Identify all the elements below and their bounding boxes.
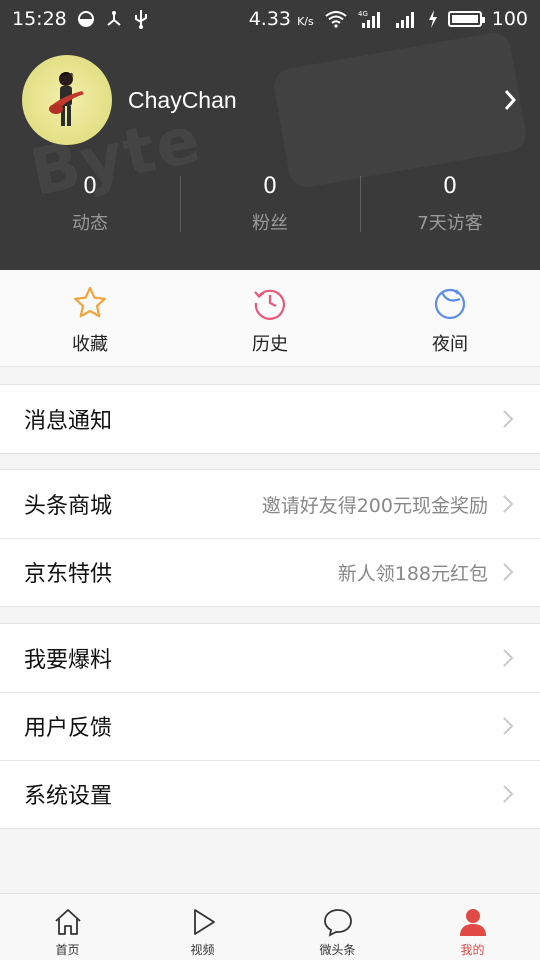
status-time: 15:28 bbox=[12, 8, 67, 30]
menu-item-label: 消息通知 bbox=[24, 409, 113, 434]
quick-label: 历史 bbox=[252, 334, 288, 355]
chat-bubble-icon bbox=[323, 909, 352, 937]
chevron-right-icon bbox=[503, 717, 514, 735]
chevron-right-icon bbox=[503, 410, 514, 428]
quick-favorites-button[interactable]: 收藏 bbox=[0, 270, 180, 366]
star-icon bbox=[74, 286, 106, 318]
chevron-right-icon bbox=[503, 649, 514, 667]
menu-item-settings[interactable]: 系统设置 bbox=[0, 760, 540, 828]
avatar-guitarist-image bbox=[49, 72, 84, 126]
play-icon bbox=[193, 909, 215, 935]
stat-value: 0 bbox=[263, 174, 277, 199]
tab-video[interactable]: 视频 bbox=[135, 894, 270, 960]
stat-value: 0 bbox=[83, 174, 97, 199]
menu-item-feedback[interactable]: 用户反馈 bbox=[0, 692, 540, 760]
data-saver-icon bbox=[77, 11, 94, 27]
menu-group-misc: 我要爆料 用户反馈 系统设置 bbox=[0, 623, 540, 829]
wifi-icon bbox=[325, 11, 347, 28]
stat-label: 动态 bbox=[72, 213, 108, 234]
stat-label: 粉丝 bbox=[252, 213, 288, 234]
quick-label: 收藏 bbox=[72, 334, 108, 355]
tab-home[interactable]: 首页 bbox=[0, 894, 135, 960]
menu-item-label: 用户反馈 bbox=[24, 716, 113, 741]
tab-label: 微头条 bbox=[319, 943, 356, 957]
tab-mine[interactable]: 我的 bbox=[405, 894, 540, 960]
menu-item-promo: 邀请好友得200元现金奖励 bbox=[261, 494, 488, 517]
quick-label: 夜间 bbox=[432, 334, 468, 355]
profile-header: 15:28 4.33 K/s 4G 100 ChayChan Byte 0 动态… bbox=[0, 0, 540, 270]
menu-item-report[interactable]: 我要爆料 bbox=[0, 624, 540, 692]
chevron-right-icon bbox=[503, 495, 514, 513]
battery-fill bbox=[451, 15, 478, 23]
menu-group-shopping: 头条商城 邀请好友得200元现金奖励 京东特供 新人领188元红包 bbox=[0, 469, 540, 607]
signal-icon bbox=[395, 12, 414, 28]
stat-value: 0 bbox=[443, 174, 457, 199]
share-network-icon bbox=[107, 11, 121, 26]
menu-item-mall[interactable]: 头条商城 邀请好友得200元现金奖励 bbox=[0, 470, 540, 538]
menu-item-jd[interactable]: 京东特供 新人领188元红包 bbox=[0, 538, 540, 606]
quick-night-mode-button[interactable]: 夜间 bbox=[360, 270, 540, 366]
tab-micro-headlines[interactable]: 微头条 bbox=[270, 894, 405, 960]
quick-actions: 收藏 历史 夜间 bbox=[0, 270, 540, 367]
battery-icon bbox=[447, 11, 485, 27]
charging-icon bbox=[428, 10, 437, 28]
menu-item-label: 我要爆料 bbox=[24, 648, 113, 673]
tab-label: 首页 bbox=[55, 943, 80, 957]
svg-text:4G: 4G bbox=[358, 10, 368, 18]
quick-history-button[interactable]: 历史 bbox=[180, 270, 360, 366]
history-clock-icon bbox=[254, 289, 285, 320]
tab-label: 视频 bbox=[190, 943, 215, 957]
status-bar: 15:28 4.33 K/s 4G 100 bbox=[0, 0, 540, 38]
bottom-tab-bar: 首页 视频 微头条 我的 bbox=[0, 893, 540, 960]
stat-fans[interactable]: 0 粉丝 bbox=[180, 170, 360, 240]
moon-icon bbox=[434, 288, 466, 320]
profile-chevron-right-icon[interactable] bbox=[498, 88, 522, 112]
stat-posts[interactable]: 0 动态 bbox=[0, 170, 180, 240]
user-icon bbox=[459, 909, 486, 936]
chevron-right-icon bbox=[503, 563, 514, 581]
menu-item-label: 京东特供 bbox=[24, 562, 113, 587]
stats-row: 0 动态 0 粉丝 0 7天访客 bbox=[0, 170, 540, 240]
menu-item-notifications[interactable]: 消息通知 bbox=[0, 385, 540, 453]
stat-label: 7天访客 bbox=[417, 213, 483, 234]
home-icon bbox=[54, 909, 81, 935]
battery-percent: 100 bbox=[491, 8, 528, 30]
menu-item-label: 系统设置 bbox=[24, 784, 113, 809]
signal-4g-icon: 4G bbox=[358, 10, 380, 28]
tab-label: 我的 bbox=[460, 943, 485, 957]
menu-item-promo: 新人领188元红包 bbox=[337, 562, 488, 585]
menu-group-notifications: 消息通知 bbox=[0, 384, 540, 454]
menu-item-label: 头条商城 bbox=[24, 494, 113, 519]
usb-icon bbox=[134, 10, 147, 29]
chevron-right-icon bbox=[503, 785, 514, 803]
stat-visitors[interactable]: 0 7天访客 bbox=[360, 170, 540, 240]
network-speed: 4.33 K/s bbox=[248, 8, 314, 30]
